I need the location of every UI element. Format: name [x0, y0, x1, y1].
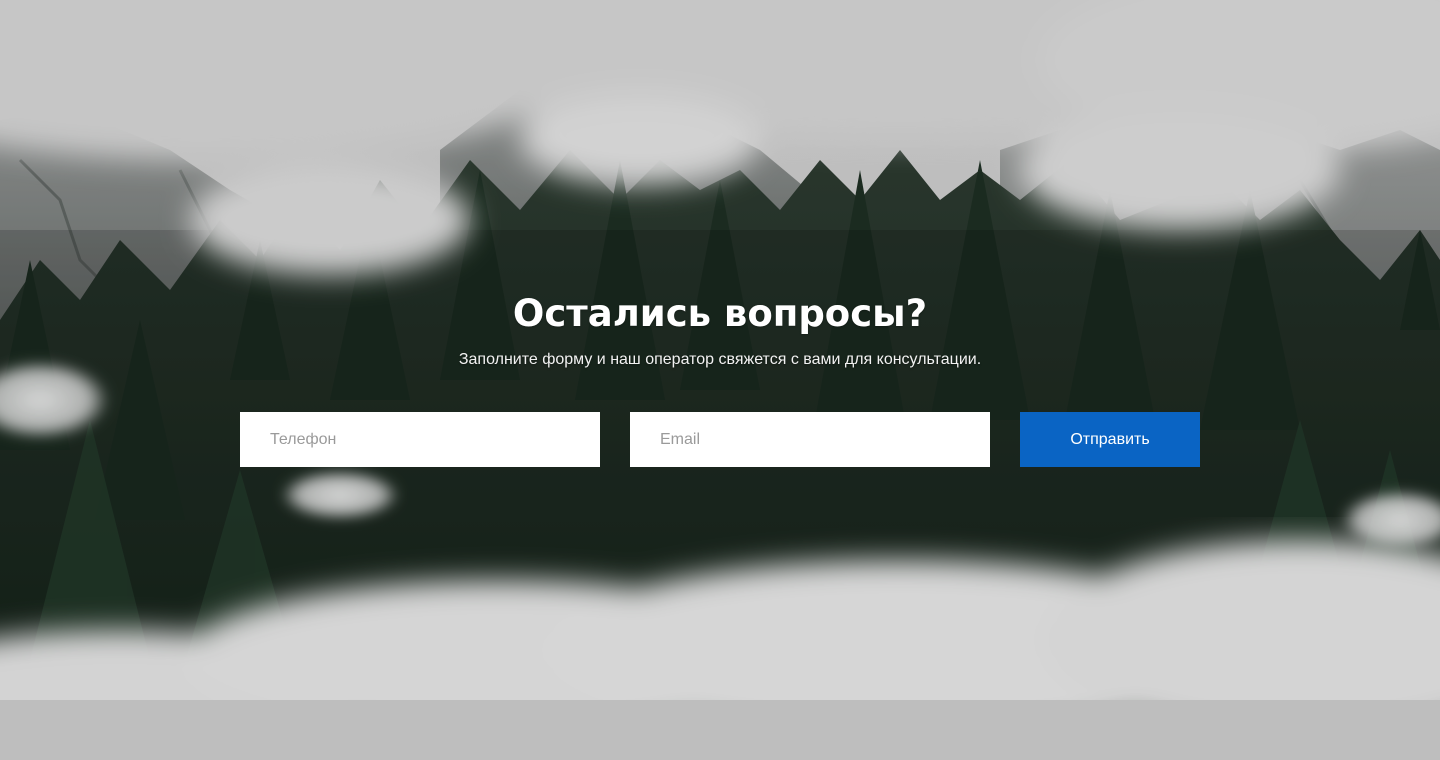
contact-form-block: Остались вопросы? Заполните форму и наш …	[0, 0, 1440, 760]
email-input[interactable]	[630, 412, 990, 467]
section-title: Остались вопросы?	[512, 292, 928, 335]
submit-button[interactable]: Отправить	[1020, 412, 1200, 467]
contact-section: Остались вопросы? Заполните форму и наш …	[0, 0, 1440, 760]
section-subtitle: Заполните форму и наш оператор свяжется …	[458, 351, 982, 368]
phone-input[interactable]	[240, 412, 600, 467]
